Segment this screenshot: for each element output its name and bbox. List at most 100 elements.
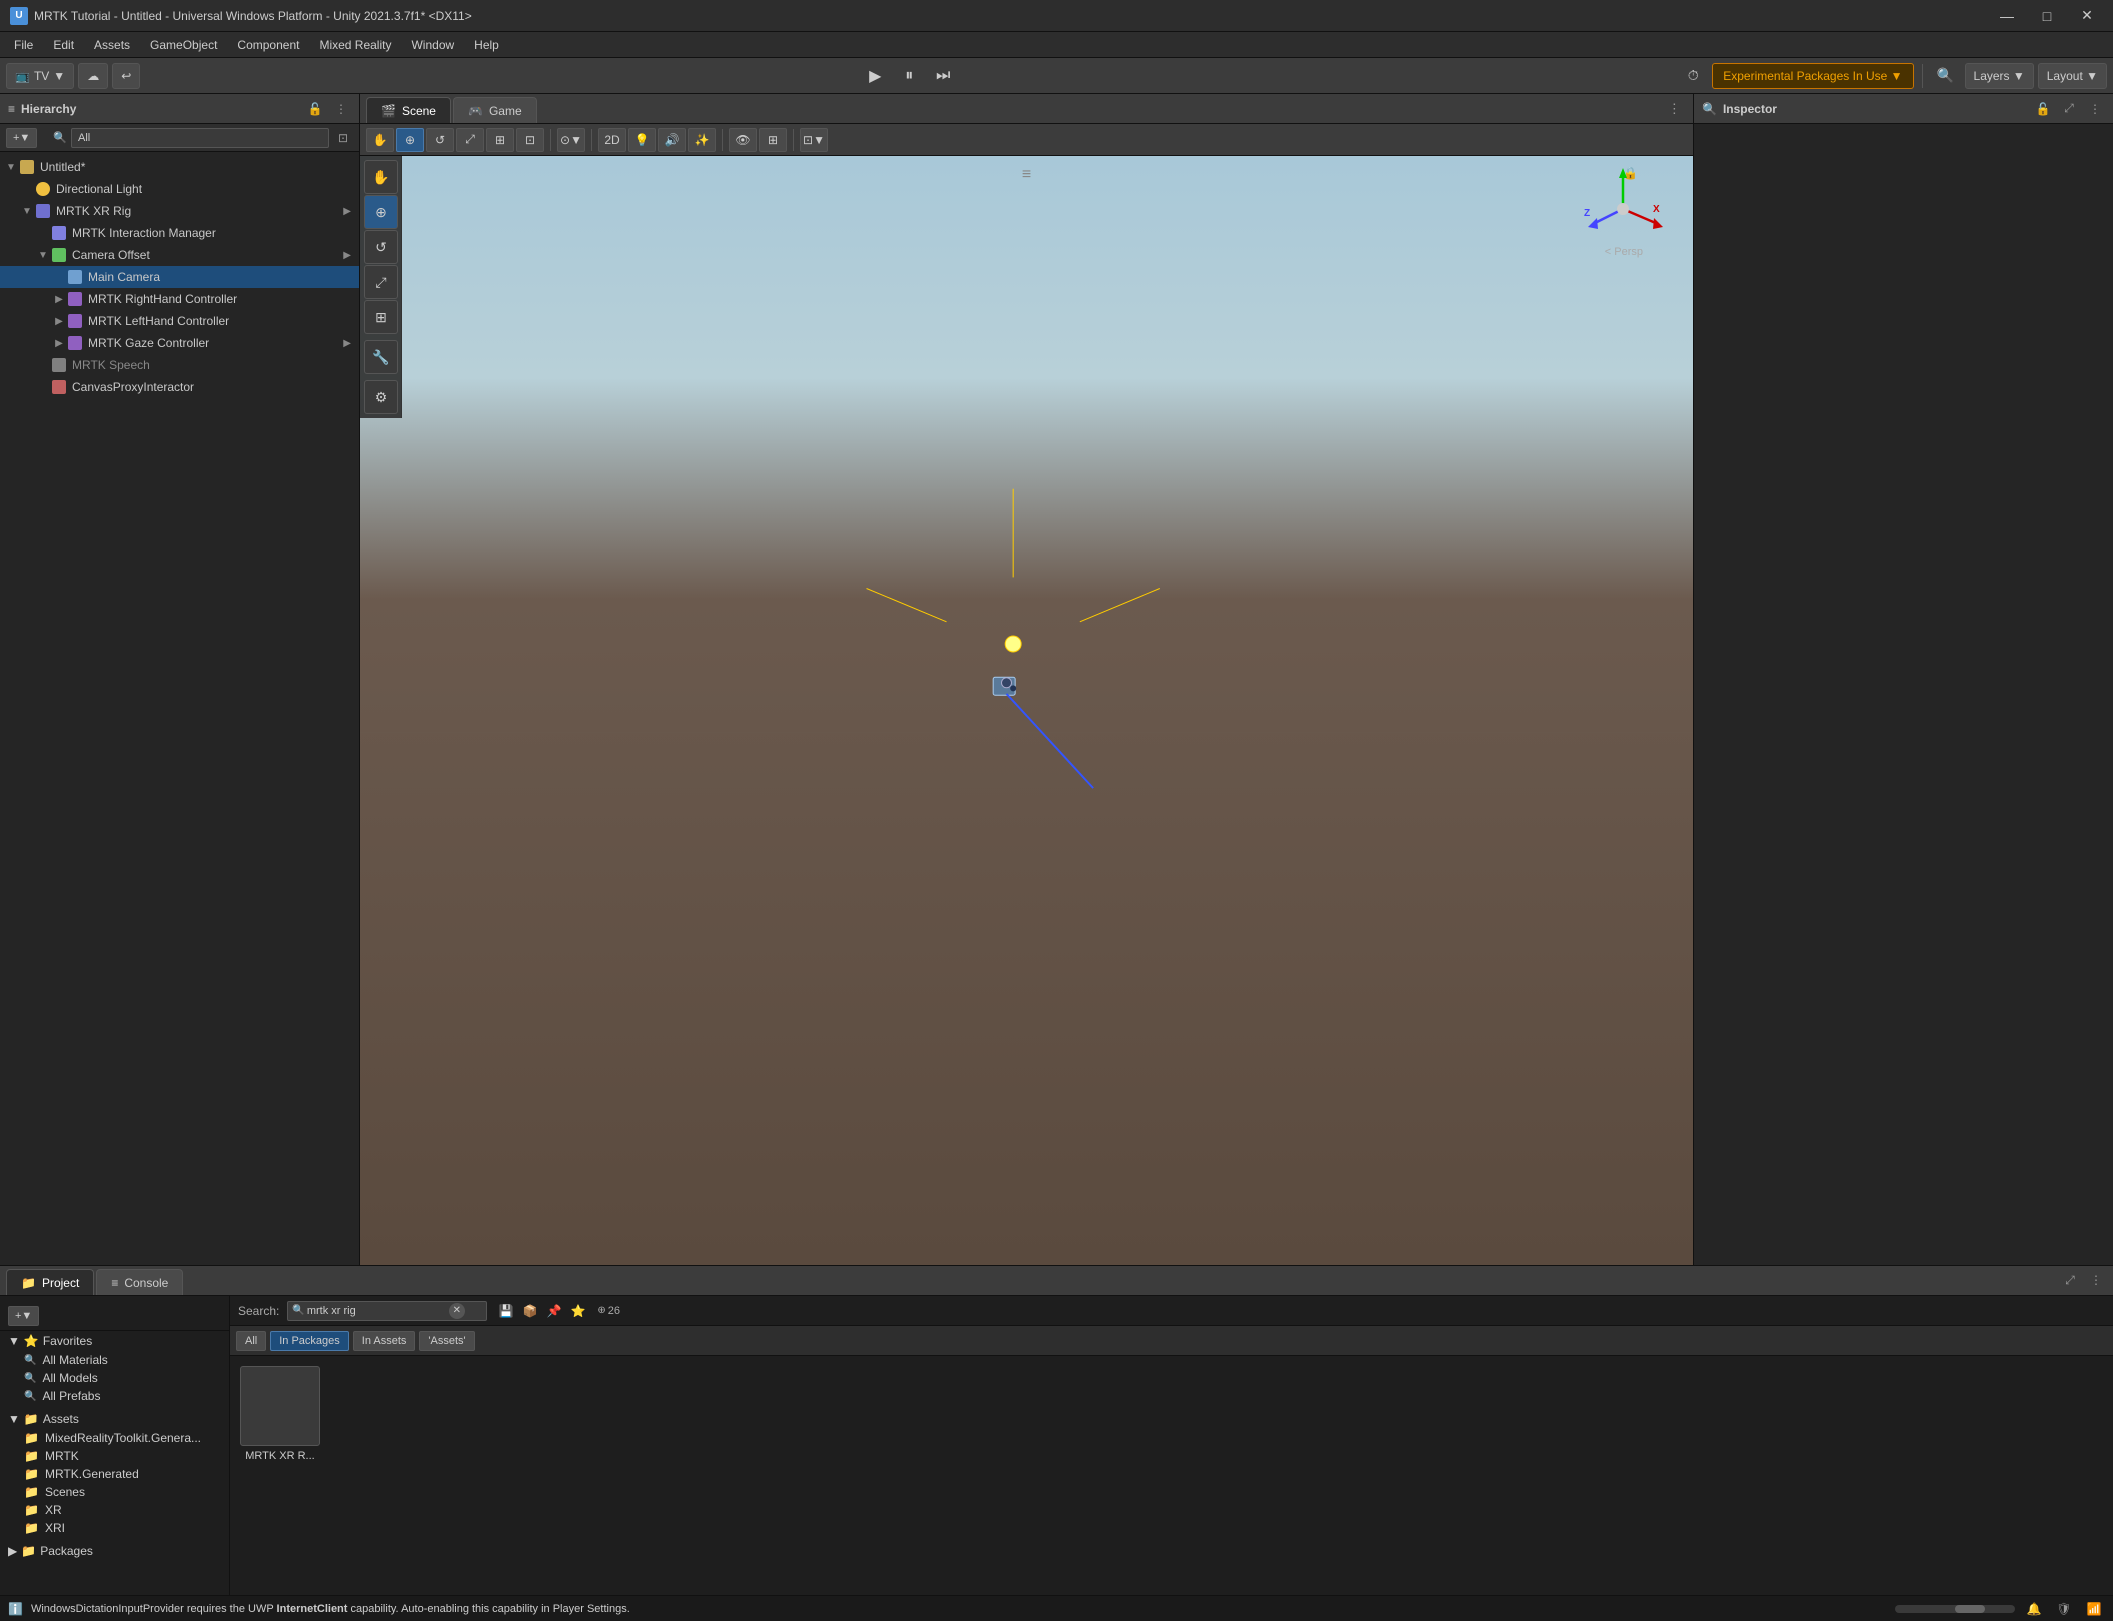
package-icon-button[interactable]: 📦	[519, 1300, 541, 1322]
hand-tool-button[interactable]: ✋	[366, 128, 394, 152]
transform-tool-button[interactable]: ⊡	[516, 128, 544, 152]
menu-edit[interactable]: Edit	[43, 32, 84, 57]
project-add-button[interactable]: +▼	[8, 1306, 39, 1326]
sidebar-mrtk-general[interactable]: 📁 MixedRealityToolkit.Genera...	[0, 1429, 229, 1447]
filter-all[interactable]: All	[236, 1331, 266, 1351]
scene-snap-button[interactable]: 🔧	[364, 340, 398, 374]
scroll-track[interactable]	[1895, 1605, 2015, 1613]
tree-item-untitled[interactable]: ▼ Untitled*	[0, 156, 359, 178]
layout-dropdown[interactable]: Layout ▼	[2038, 63, 2107, 89]
hierarchy-add-button[interactable]: +▼	[6, 128, 37, 148]
tv-dropdown[interactable]: 📺 TV ▼	[6, 63, 74, 89]
scene-panel-menu-button[interactable]: ⋮	[1662, 99, 1687, 119]
hierarchy-lock-button[interactable]: 🔓	[305, 99, 325, 119]
menu-mixed-reality[interactable]: Mixed Reality	[309, 32, 401, 57]
hidden-objects-button[interactable]: 👁	[729, 128, 757, 152]
layers-dropdown[interactable]: Layers ▼	[1965, 63, 2034, 89]
assets-header[interactable]: ▼ 📁 Assets	[0, 1409, 229, 1429]
menu-component[interactable]: Component	[227, 32, 309, 57]
tree-item-directional-light[interactable]: Directional Light	[0, 178, 359, 200]
search-button[interactable]: 🔍	[1931, 63, 1961, 89]
sidebar-mrtk[interactable]: 📁 MRTK	[0, 1447, 229, 1465]
step-button[interactable]: ⏭	[928, 63, 958, 89]
asset-search-input[interactable]	[307, 1305, 447, 1317]
tree-item-righthand-controller[interactable]: ▶ MRTK RightHand Controller	[0, 288, 359, 310]
maximize-button[interactable]: □	[2031, 6, 2063, 26]
inspector-expand-button[interactable]: ⤢	[2059, 99, 2079, 119]
scene-scale-button[interactable]: ⤢	[364, 265, 398, 299]
clock-button[interactable]: ⏱	[1678, 63, 1708, 89]
close-button[interactable]: ✕	[2071, 6, 2103, 26]
clear-search-button[interactable]: ✕	[449, 1303, 465, 1319]
tab-project[interactable]: 📁 Project	[6, 1269, 94, 1295]
sidebar-mrtk-generated[interactable]: 📁 MRTK.Generated	[0, 1465, 229, 1483]
scene-rotate-button[interactable]: ↺	[364, 230, 398, 264]
effects-button[interactable]: ✨	[688, 128, 716, 152]
back-button[interactable]: ↩	[112, 63, 140, 89]
filter-in-packages[interactable]: In Packages	[270, 1331, 349, 1351]
menu-assets[interactable]: Assets	[84, 32, 140, 57]
sidebar-all-models[interactable]: 🔍 All Models	[0, 1369, 229, 1387]
play-button[interactable]: ▶	[860, 63, 890, 89]
tree-item-camera-offset[interactable]: ▼ Camera Offset ▶	[0, 244, 359, 266]
sidebar-xri[interactable]: 📁 XRI	[0, 1519, 229, 1537]
tree-item-lefthand-controller[interactable]: ▶ MRTK LeftHand Controller	[0, 310, 359, 332]
tree-item-gaze-controller[interactable]: ▶ MRTK Gaze Controller ▶	[0, 332, 359, 354]
lighting-button[interactable]: 💡	[628, 128, 656, 152]
sidebar-all-prefabs[interactable]: 🔍 All Prefabs	[0, 1387, 229, 1405]
sidebar-all-materials[interactable]: 🔍 All Materials	[0, 1351, 229, 1369]
sidebar-scenes[interactable]: 📁 Scenes	[0, 1483, 229, 1501]
status-icon-3[interactable]: 📶	[2083, 1598, 2105, 1620]
bottom-menu-button[interactable]: ⋮	[2085, 1269, 2107, 1291]
scene-rect-button[interactable]: ⊞	[364, 300, 398, 334]
tree-item-mrtk-xr-rig[interactable]: ▼ MRTK XR Rig ▶	[0, 200, 359, 222]
experimental-packages-button[interactable]: Experimental Packages In Use ▼	[1712, 63, 1913, 89]
minimize-button[interactable]: —	[1991, 6, 2023, 26]
bottom-expand-button[interactable]: ⤢	[2059, 1269, 2081, 1291]
tab-console[interactable]: ≡ Console	[96, 1269, 183, 1295]
scroll-thumb[interactable]	[1955, 1605, 1985, 1613]
tree-item-mrtk-interaction-manager[interactable]: MRTK Interaction Manager	[0, 222, 359, 244]
inspector-lock-button[interactable]: 🔓	[2033, 99, 2053, 119]
tab-scene[interactable]: 🎬 Scene	[366, 97, 451, 123]
asset-item-mrtk-xr-rig[interactable]: MRTK XR R...	[240, 1366, 320, 1462]
pivot-dropdown[interactable]: ⊙▼	[557, 128, 585, 152]
hierarchy-expand-button[interactable]: ⊡	[333, 128, 353, 148]
save-search-button[interactable]: 💾	[495, 1300, 517, 1322]
pause-button[interactable]: ⏸	[894, 63, 924, 89]
status-icon-1[interactable]: 🔔	[2023, 1598, 2045, 1620]
gizmos-dropdown[interactable]: ⊡▼	[800, 128, 828, 152]
menu-window[interactable]: Window	[401, 32, 464, 57]
move-tool-button[interactable]: ⊕	[396, 128, 424, 152]
2d-button[interactable]: 2D	[598, 128, 626, 152]
filter-in-assets[interactable]: In Assets	[353, 1331, 416, 1351]
pin-button[interactable]: 📌	[543, 1300, 565, 1322]
tree-item-mrtk-speech[interactable]: MRTK Speech	[0, 354, 359, 376]
hierarchy-search-input[interactable]	[71, 128, 329, 148]
rect-tool-button[interactable]: ⊞	[486, 128, 514, 152]
filter-assets-quoted[interactable]: 'Assets'	[419, 1331, 474, 1351]
scene-custom-button[interactable]: ⚙	[364, 380, 398, 414]
scene-hand-button[interactable]: ✋	[364, 160, 398, 194]
sidebar-xr[interactable]: 📁 XR	[0, 1501, 229, 1519]
tab-game[interactable]: 🎮 Game	[453, 97, 537, 123]
status-icon-2[interactable]: 🛡	[2053, 1598, 2075, 1620]
rotate-tool-button[interactable]: ↺	[426, 128, 454, 152]
star-button[interactable]: ⭐	[567, 1300, 589, 1322]
hierarchy-menu-button[interactable]: ⋮	[331, 99, 351, 119]
menu-file[interactable]: File	[4, 32, 43, 57]
menu-gameobject[interactable]: GameObject	[140, 32, 227, 57]
main-toolbar: 📺 TV ▼ ☁ ↩ ▶ ⏸ ⏭ ⏱ Experimental Packages…	[0, 58, 2113, 94]
audio-button[interactable]: 🔊	[658, 128, 686, 152]
inspector-menu-button[interactable]: ⋮	[2085, 99, 2105, 119]
scene-move-button[interactable]: ⊕	[364, 195, 398, 229]
cloud-button[interactable]: ☁	[78, 63, 108, 89]
grid-button[interactable]: ⊞	[759, 128, 787, 152]
menu-help[interactable]: Help	[464, 32, 509, 57]
tree-item-main-camera[interactable]: Main Camera	[0, 266, 359, 288]
scale-tool-button[interactable]: ⤢	[456, 128, 484, 152]
scene-viewport[interactable]: ✋ ⊕ ↺ ⤢ ⊞ 🔧 ⚙ ≡ 🔒	[360, 156, 1693, 1265]
packages-header[interactable]: ▶ 📁 Packages	[0, 1541, 229, 1561]
tree-item-canvas-proxy[interactable]: CanvasProxyInteractor	[0, 376, 359, 398]
favorites-header[interactable]: ▼ ⭐ Favorites	[0, 1331, 229, 1351]
